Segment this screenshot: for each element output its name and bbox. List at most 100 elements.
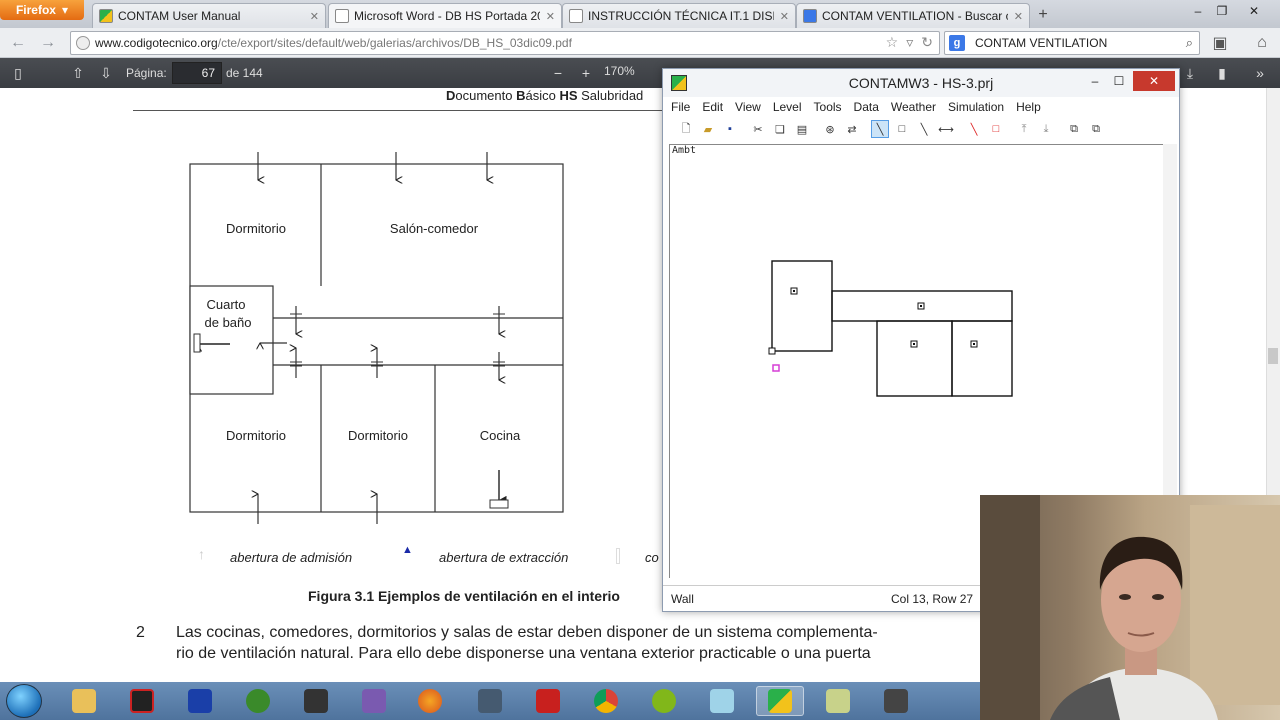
back-arrow-icon[interactable]: ← <box>8 33 28 53</box>
previous-page-icon[interactable]: ⇧ <box>68 63 88 83</box>
bookmarks-menu-icon[interactable]: ▣ <box>1210 33 1230 53</box>
contam-icon <box>768 689 792 713</box>
tab-contam-manual[interactable]: CONTAM User Manual ✕ <box>92 3 326 28</box>
menu-file[interactable]: File <box>671 100 690 114</box>
menu-help[interactable]: Help <box>1016 100 1041 114</box>
home-icon[interactable]: ⌂ <box>1252 33 1272 53</box>
taskbar-explorer[interactable] <box>60 686 108 716</box>
document-scrollbar-thumb[interactable] <box>1268 348 1278 364</box>
filezilla-icon <box>536 689 560 713</box>
magnifier-icon[interactable]: ⌕ <box>1186 35 1193 51</box>
copy-icon[interactable]: ❏ <box>771 120 789 138</box>
taskbar-contam[interactable] <box>756 686 804 716</box>
reload-icon[interactable]: ↻ <box>921 34 933 51</box>
tab-instruccion-tecnica[interactable]: INSTRUCCIÓN TÉCNICA IT.1 DISEÑO ... ✕ <box>562 3 796 28</box>
taskbar-firefox[interactable] <box>406 686 454 716</box>
close-tab-icon[interactable]: ✕ <box>780 10 789 23</box>
star-icon[interactable]: ☆ <box>886 34 899 51</box>
close-tab-icon[interactable]: ✕ <box>310 10 319 23</box>
start-button[interactable] <box>6 684 42 718</box>
menu-weather[interactable]: Weather <box>891 100 936 114</box>
globe-app-icon <box>246 689 270 713</box>
level-down-icon[interactable]: ⤓ <box>1037 120 1055 138</box>
search-input[interactable]: g CONTAM VENTILATION ⌕ <box>944 31 1200 55</box>
glass-app-icon <box>710 689 734 713</box>
paste-icon[interactable]: ▤ <box>793 120 811 138</box>
page-number-input[interactable]: 67 <box>172 62 222 84</box>
forward-arrow-icon[interactable]: → <box>38 33 58 53</box>
draw-box-tool-icon[interactable]: □ <box>893 120 911 138</box>
erase-box-tool-icon[interactable]: □ <box>987 120 1005 138</box>
draw-line-tool-icon[interactable]: ╲ <box>915 120 933 138</box>
taskbar-filezilla[interactable] <box>524 686 572 716</box>
zoom-out-icon[interactable]: − <box>548 63 568 83</box>
room-label: Salón-comedor <box>390 221 479 236</box>
taskbar-acrobat[interactable] <box>118 686 166 716</box>
download-icon[interactable]: ⤓ <box>1180 63 1200 83</box>
cut-icon[interactable]: ✂ <box>749 120 767 138</box>
dropdown-arrow-icon: ▾ <box>61 3 69 17</box>
draw-wall-tool-icon[interactable]: ╲ <box>871 120 889 138</box>
view-option-icon[interactable]: ⧉ <box>1087 120 1105 138</box>
figure-caption: Figura 3.1 Ejemplos de ventilación en el… <box>308 588 620 604</box>
folder-icon <box>72 689 96 713</box>
zoom-in-icon[interactable]: + <box>576 63 596 83</box>
design-app-icon <box>304 689 328 713</box>
draw-arrow-tool-icon[interactable]: ⟷ <box>937 120 955 138</box>
taskbar-app-glass[interactable] <box>698 686 746 716</box>
level-up-icon[interactable]: ⤒ <box>1015 120 1033 138</box>
find-binoculars-icon[interactable]: ⊛ <box>821 120 839 138</box>
camera-app-icon <box>884 689 908 713</box>
url-bar[interactable]: www.codigotecnico.org/cte/export/sites/d… <box>70 31 940 55</box>
menu-data[interactable]: Data <box>854 100 879 114</box>
zoom-select[interactable]: 170% <box>604 64 635 78</box>
zone-wall <box>771 260 833 352</box>
extraction-legend-icon: ▲ <box>402 544 413 556</box>
document-header: Documento Básico HS Salubridad <box>446 88 644 103</box>
menu-simulation[interactable]: Simulation <box>948 100 1004 114</box>
menu-edit[interactable]: Edit <box>702 100 723 114</box>
close-window-icon[interactable]: ✕ <box>1133 71 1175 91</box>
close-tab-icon[interactable]: ✕ <box>1014 10 1023 23</box>
contam-favicon-icon <box>99 9 113 23</box>
maximize-icon[interactable]: ☐ <box>1107 71 1131 91</box>
google-favicon-icon <box>803 9 817 23</box>
restore-icon[interactable]: ❐ <box>1210 2 1234 20</box>
contam-title-bar[interactable]: CONTAMW3 - HS-3.prj ‒ ☐ ✕ <box>663 69 1179 97</box>
navigation-bar: ← → www.codigotecnico.org/cte/export/sit… <box>0 28 1280 58</box>
new-tab-button[interactable]: + <box>1031 4 1055 26</box>
taskbar-app-tools[interactable] <box>466 686 514 716</box>
next-page-icon[interactable]: ⇩ <box>96 63 116 83</box>
erase-line-tool-icon[interactable]: ╲ <box>965 120 983 138</box>
menu-level[interactable]: Level <box>773 100 802 114</box>
taskbar-app-camera[interactable] <box>872 686 920 716</box>
taskbar-app-notes[interactable] <box>814 686 862 716</box>
bookmark-icon[interactable]: ▮ <box>1212 63 1232 83</box>
view-option-icon[interactable]: ⧉ <box>1065 120 1083 138</box>
acrobat-icon <box>130 689 154 713</box>
minimize-icon[interactable]: ‒ <box>1186 2 1210 20</box>
close-tab-icon[interactable]: ✕ <box>546 10 555 23</box>
taskbar-chrome[interactable] <box>582 686 630 716</box>
taskbar-app-blue[interactable] <box>176 686 224 716</box>
menu-view[interactable]: View <box>735 100 761 114</box>
tools-more-icon[interactable]: » <box>1250 63 1270 83</box>
save-icon[interactable]: ▪ <box>721 120 739 138</box>
close-window-icon[interactable]: ✕ <box>1242 2 1266 20</box>
sidebar-toggle-icon[interactable]: ▯ <box>8 63 28 83</box>
taskbar-app-dark[interactable] <box>292 686 340 716</box>
open-folder-icon[interactable]: ▰ <box>699 120 717 138</box>
firefox-menu-button[interactable]: Firefox ▾ <box>0 0 84 20</box>
tab-db-hs-portada[interactable]: Microsoft Word - DB HS Portada 2009... ✕ <box>328 3 562 28</box>
taskbar-app-ruler[interactable] <box>350 686 398 716</box>
site-identity-icon[interactable] <box>76 36 90 50</box>
history-dropdown-icon[interactable]: ▿ <box>906 34 913 51</box>
tab-contam-search[interactable]: CONTAM VENTILATION - Buscar con... ✕ <box>796 3 1030 28</box>
minimize-icon[interactable]: ‒ <box>1083 71 1107 91</box>
google-search-engine-icon[interactable]: g <box>949 35 965 51</box>
menu-tools[interactable]: Tools <box>814 100 842 114</box>
taskbar-app-globe[interactable] <box>234 686 282 716</box>
replace-icon[interactable]: ⇄ <box>843 120 861 138</box>
taskbar-spotify[interactable] <box>640 686 688 716</box>
new-file-icon[interactable]: 🗋 <box>677 120 695 138</box>
